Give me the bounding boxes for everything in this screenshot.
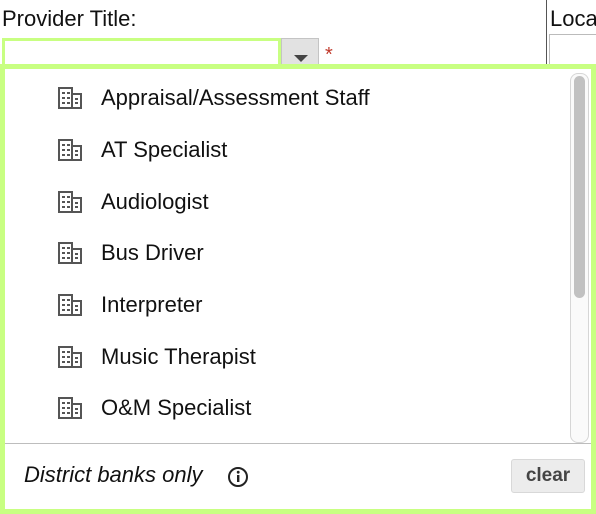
building-icon	[58, 87, 82, 109]
dropdown-item[interactable]: AT Specialist	[5, 124, 561, 176]
caret-down-icon	[294, 55, 308, 62]
building-icon	[58, 397, 82, 419]
dropdown-item-label: O&M Specialist	[101, 395, 252, 420]
district-banks-filter-label: District banks only	[24, 462, 203, 487]
dropdown-item[interactable]: Audiologist	[5, 176, 561, 228]
dropdown-item-label: Interpreter	[101, 292, 203, 317]
dropdown-list: Appraisal/Assessment Staff AT Specialist	[5, 69, 591, 443]
dropdown-item[interactable]: Music Therapist	[5, 331, 561, 383]
dropdown-item[interactable]: Appraisal/Assessment Staff	[5, 72, 561, 124]
building-icon	[58, 139, 82, 161]
scrollbar-track[interactable]	[570, 73, 589, 443]
dropdown-item-label: Audiologist	[101, 189, 209, 214]
dropdown-item-label: AT Specialist	[101, 137, 228, 162]
building-icon	[58, 242, 82, 264]
building-icon	[58, 191, 82, 213]
building-icon	[58, 346, 82, 368]
dropdown-item[interactable]: Bus Driver	[5, 227, 561, 279]
dropdown-footer: District banks only clear	[5, 443, 591, 509]
dropdown-item-label: Bus Driver	[101, 240, 204, 265]
location-label: Loca	[550, 6, 596, 31]
dropdown-item[interactable]: O&M Specialist	[5, 382, 561, 434]
dropdown-item-label: Appraisal/Assessment Staff	[101, 85, 370, 110]
dropdown-panel: Appraisal/Assessment Staff AT Specialist	[0, 64, 596, 514]
scrollbar-thumb[interactable]	[574, 76, 585, 298]
dropdown-item-label: Music Therapist	[101, 344, 256, 369]
column-divider	[546, 0, 547, 70]
provider-title-label: Provider Title:	[2, 6, 137, 31]
info-icon[interactable]	[227, 466, 249, 488]
clear-button[interactable]: clear	[511, 459, 585, 493]
building-icon	[58, 294, 82, 316]
dropdown-item[interactable]: Interpreter	[5, 279, 561, 331]
